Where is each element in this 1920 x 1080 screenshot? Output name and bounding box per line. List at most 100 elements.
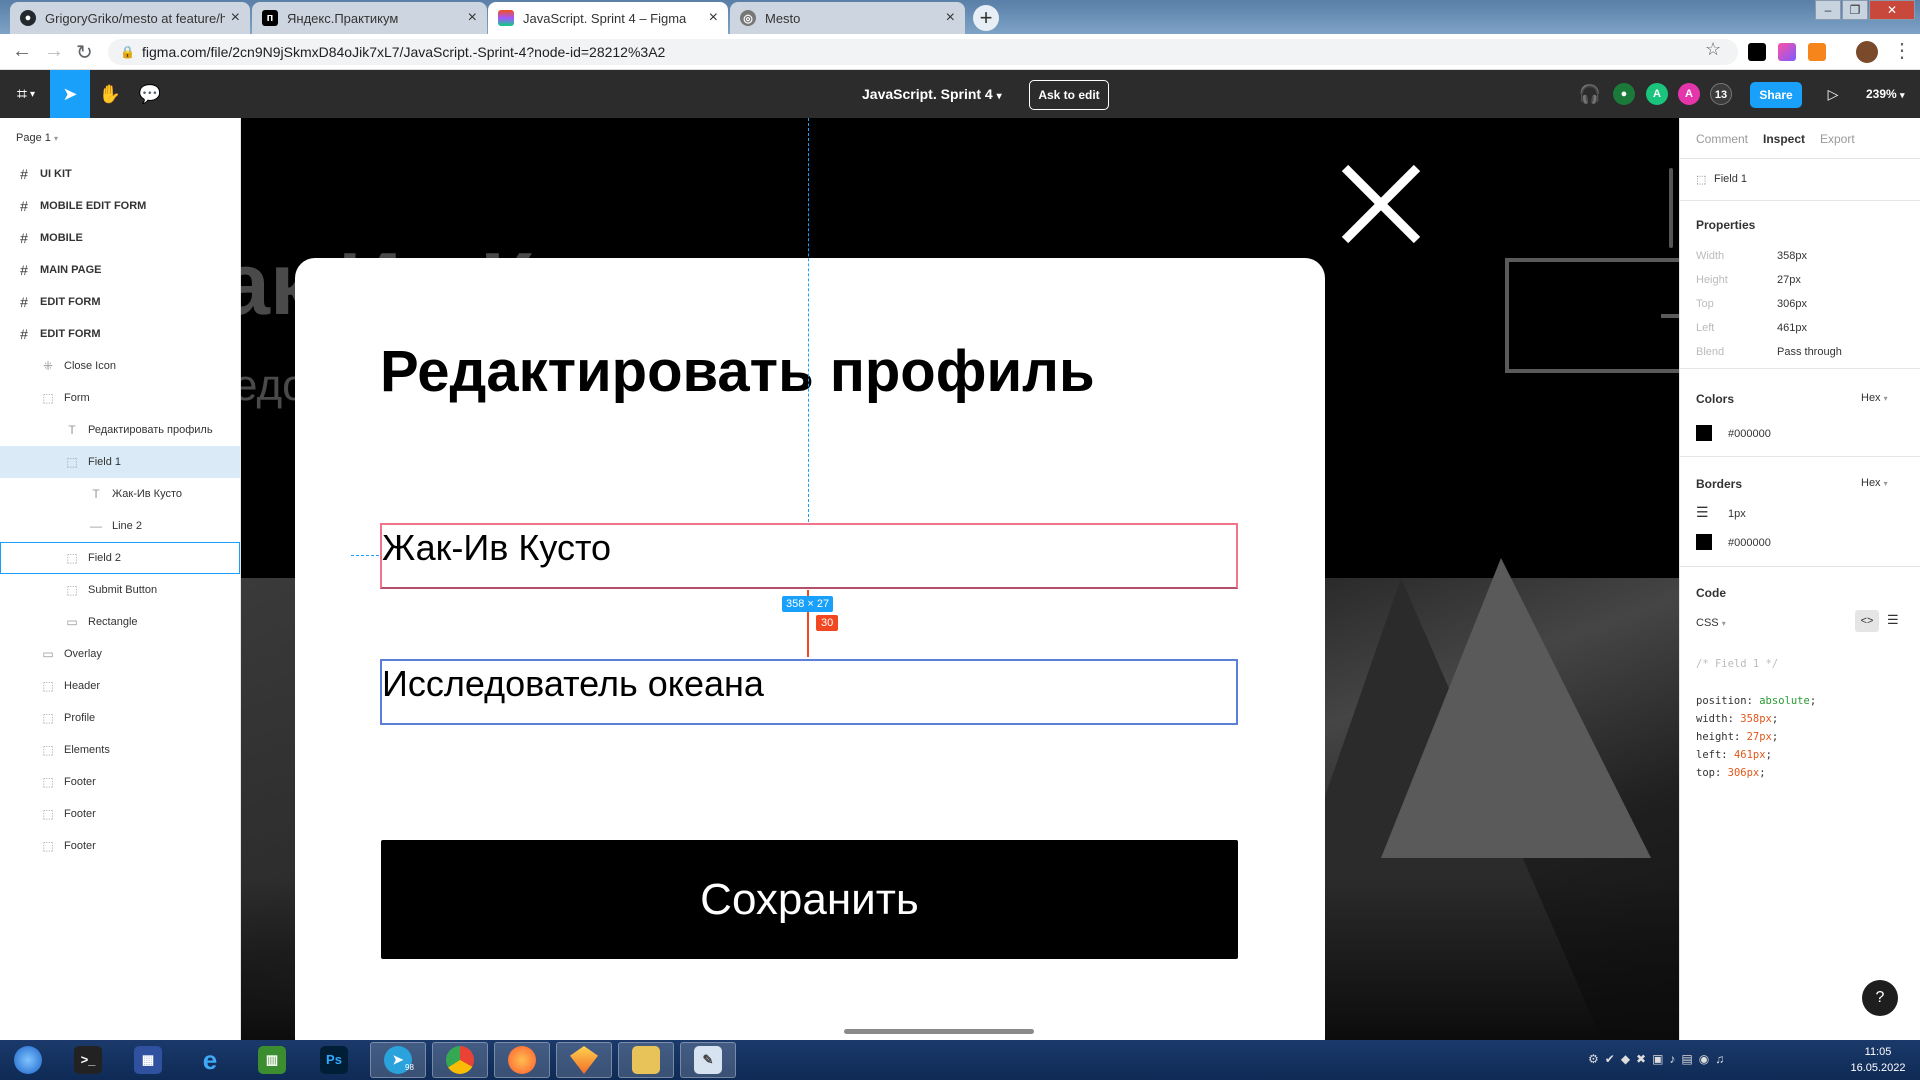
property-value[interactable]: 461px (1777, 322, 1807, 334)
move-tool-icon[interactable]: ➤ (50, 70, 90, 118)
telegram-icon[interactable]: ➤ 98 (370, 1042, 426, 1078)
tab-mesto[interactable]: ◎ Mesto × (730, 2, 965, 34)
layer-item[interactable]: ⬚ Footer (0, 830, 240, 862)
sketch-icon[interactable] (556, 1042, 612, 1078)
share-button[interactable]: Share (1750, 82, 1802, 108)
start-orb[interactable] (0, 1042, 56, 1078)
ask-to-edit-button[interactable]: Ask to edit (1029, 80, 1109, 110)
border-color-value[interactable]: #000000 (1728, 537, 1771, 549)
layer-item[interactable]: ⬚ Field 1 (0, 446, 240, 478)
avatar[interactable]: A (1646, 83, 1668, 105)
url-field[interactable]: 🔒 figma.com/file/2cn9N9jSkmxD84oJik7xL7/… (108, 39, 1738, 65)
tab-inspect[interactable]: Inspect (1763, 132, 1805, 146)
minimize-icon[interactable]: – (1815, 0, 1841, 20)
firefox-icon[interactable] (494, 1042, 550, 1078)
hand-tool-icon[interactable]: ✋ (90, 70, 130, 118)
property-value[interactable]: 306px (1777, 298, 1807, 310)
tab-praktikum[interactable]: п Яндекс.Практикум × (252, 2, 487, 34)
canvas[interactable]: ак Ив К едо Редактировать профиль Жак-Ив… (241, 118, 1679, 1040)
restore-icon[interactable]: ❐ (1842, 0, 1868, 20)
layer-item[interactable]: ⬚ Form (0, 382, 240, 414)
close-tab-icon[interactable]: × (946, 9, 955, 27)
property-value[interactable]: Pass through (1777, 346, 1842, 358)
layer-item[interactable]: # EDIT FORM (0, 286, 240, 318)
color-value[interactable]: #000000 (1728, 428, 1771, 440)
back-icon[interactable]: ← (12, 40, 32, 63)
ie-icon[interactable]: e (182, 1042, 238, 1078)
zoom-level[interactable]: 239% ▾ (1866, 87, 1905, 101)
help-button[interactable]: ? (1862, 980, 1898, 1016)
code-line: width: 358px; (1696, 713, 1778, 725)
tab-github[interactable]: ● GrigoryGriko/mesto at feature/h × (10, 2, 250, 34)
avatar[interactable]: ● (1613, 83, 1635, 105)
layer-item[interactable]: ⬚ Elements (0, 734, 240, 766)
layer-item[interactable]: T Жак-Ив Кусто (0, 478, 240, 510)
color-format-select[interactable]: Hex ▾ (1861, 392, 1888, 404)
comment-tool-icon[interactable]: 💬 (130, 70, 170, 118)
close-tab-icon[interactable]: × (468, 9, 477, 27)
layer-item[interactable]: # UI KIT (0, 158, 240, 190)
figma-menu-icon[interactable]: ⌗ ▾ (4, 70, 48, 118)
save-button[interactable]: Сохранить (381, 840, 1238, 959)
praktikum-extension-icon[interactable] (1748, 43, 1766, 61)
reload-icon[interactable]: ↻ (76, 40, 93, 65)
vertical-scrollbar[interactable] (1669, 168, 1673, 248)
property-value[interactable]: 358px (1777, 250, 1807, 262)
layer-item[interactable]: # EDIT FORM (0, 318, 240, 350)
chart-app-icon[interactable]: ▥ (244, 1042, 300, 1078)
layer-item[interactable]: ⬚ Header (0, 670, 240, 702)
layer-label: Field 1 (88, 456, 122, 468)
layer-item[interactable]: # MOBILE (0, 222, 240, 254)
code-heading: Code (1696, 586, 1726, 600)
layer-item[interactable]: ▭ Rectangle (0, 606, 240, 638)
close-tab-icon[interactable]: × (231, 9, 240, 27)
layer-item[interactable]: ⬚ Footer (0, 766, 240, 798)
terminal-icon[interactable]: >_ (60, 1042, 116, 1078)
code-language-select[interactable]: CSS ▾ (1696, 617, 1726, 629)
photoshop-icon[interactable]: Ps (306, 1042, 362, 1078)
layer-item[interactable]: ⬚ Profile (0, 702, 240, 734)
code-view-icon[interactable]: <> (1855, 610, 1879, 632)
forward-icon[interactable]: → (44, 40, 64, 63)
collaborator-count[interactable]: 13 (1710, 83, 1732, 105)
avatar[interactable]: A (1678, 83, 1700, 105)
metamask-icon[interactable] (1808, 43, 1826, 61)
extension-icon[interactable] (1778, 43, 1796, 61)
layer-item[interactable]: # MOBILE EDIT FORM (0, 190, 240, 222)
profile-avatar-icon[interactable] (1856, 41, 1878, 63)
tab-comment[interactable]: Comment (1696, 132, 1748, 146)
tab-export[interactable]: Export (1820, 132, 1855, 146)
border-format-select[interactable]: Hex ▾ (1861, 477, 1888, 489)
tab-figma[interactable]: JavaScript. Sprint 4 – Figma × (488, 2, 728, 34)
layer-item[interactable]: ⁜ Close Icon (0, 350, 240, 382)
bookmark-star-icon[interactable]: ☆ (1705, 39, 1721, 60)
chrome-icon[interactable] (432, 1042, 488, 1078)
layer-item[interactable]: ⬚ Field 2 (0, 542, 240, 574)
layer-item[interactable]: T Редактировать профиль (0, 414, 240, 446)
close-icon[interactable] (1341, 164, 1421, 244)
property-value[interactable]: 27px (1777, 274, 1801, 286)
audio-headphones-icon[interactable]: 🎧 (1570, 70, 1610, 118)
layer-item[interactable]: ▭ Overlay (0, 638, 240, 670)
close-tab-icon[interactable]: × (709, 9, 718, 27)
present-play-icon[interactable]: ▷ (1813, 70, 1853, 118)
layer-item[interactable]: — Line 2 (0, 510, 240, 542)
page-selector[interactable]: Page 1 ▾ (16, 132, 58, 144)
close-window-icon[interactable]: ✕ (1869, 0, 1915, 20)
clock[interactable]: 11:05 16.05.2022 (1838, 1044, 1918, 1076)
save-icon[interactable]: ▦ (120, 1042, 176, 1078)
browser-tab-strip: ● GrigoryGriko/mesto at feature/h × п Ян… (0, 0, 1920, 34)
file-title[interactable]: JavaScript. Sprint 4 ▾ (862, 86, 1002, 102)
name-field[interactable]: Жак-Ив Кусто (380, 523, 1238, 589)
layer-item[interactable]: # MAIN PAGE (0, 254, 240, 286)
explorer-icon[interactable] (618, 1042, 674, 1078)
about-field[interactable]: Исследователь океана (380, 659, 1238, 725)
paint-icon[interactable]: ✎ (680, 1042, 736, 1078)
layer-item[interactable]: ⬚ Submit Button (0, 574, 240, 606)
horizontal-scrollbar[interactable] (844, 1029, 1034, 1034)
code-list-icon[interactable]: ☰ (1887, 612, 1899, 628)
system-tray-icons[interactable]: ⚙✔◆✖▣♪▤◉♫ (1588, 1052, 1730, 1066)
layer-item[interactable]: ⬚ Footer (0, 798, 240, 830)
more-menu-icon[interactable]: ⋮ (1892, 38, 1912, 63)
new-tab-button[interactable]: + (973, 5, 999, 31)
